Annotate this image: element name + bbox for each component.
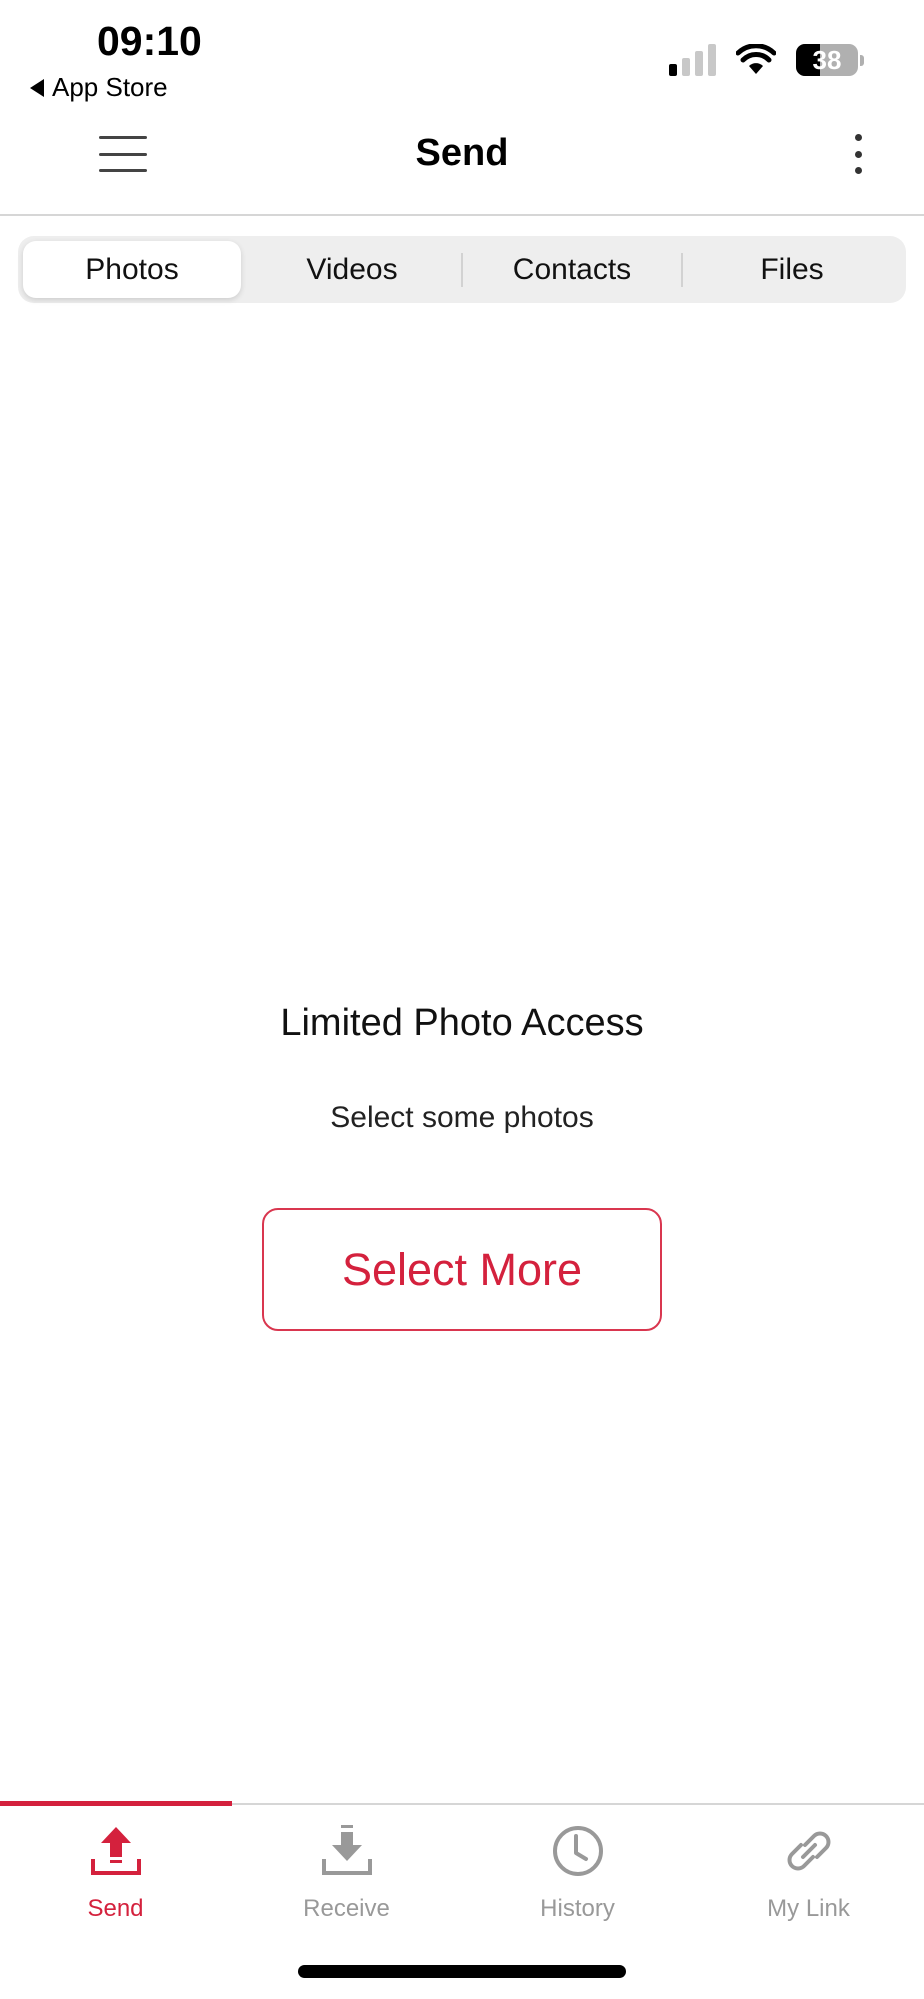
cellular-signal-icon [669,44,716,76]
upload-icon [88,1823,144,1879]
content-type-segmented-control: Photos Videos Contacts Files [18,236,906,303]
tab-history[interactable]: History [462,1805,693,1935]
battery-percentage: 38 [812,44,842,75]
back-app-label: App Store [52,72,168,102]
status-time: 09:10 [97,18,202,64]
tab-history-label: History [540,1895,615,1922]
clock-icon [550,1823,606,1879]
page-title: Send [415,132,509,174]
tab-my-link-label: My Link [767,1895,850,1922]
more-vertical-icon[interactable] [850,134,866,174]
tab-receive[interactable]: Receive [231,1805,462,1935]
segment-photos[interactable]: Photos [23,241,241,298]
segment-videos[interactable]: Videos [243,241,461,298]
navigation-bar: Send [0,110,924,216]
home-indicator[interactable] [298,1965,626,1978]
tab-my-link[interactable]: My Link [693,1805,924,1935]
battery-icon: 38 [796,44,864,76]
select-more-button[interactable]: Select More [262,1208,662,1331]
tab-send[interactable]: Send [0,1805,231,1935]
segment-files[interactable]: Files [683,241,901,298]
limited-access-subtitle: Select some photos [330,1101,594,1134]
limited-access-title: Limited Photo Access [280,1002,644,1044]
tab-send-label: Send [87,1895,144,1922]
link-icon [781,1823,837,1879]
segment-contacts[interactable]: Contacts [463,241,681,298]
wifi-icon [736,44,776,74]
tab-receive-label: Receive [303,1895,390,1922]
back-triangle-icon [30,78,44,97]
status-icons: 38 [669,44,864,76]
back-to-app-link[interactable]: App Store [30,72,168,103]
download-icon [319,1823,375,1879]
